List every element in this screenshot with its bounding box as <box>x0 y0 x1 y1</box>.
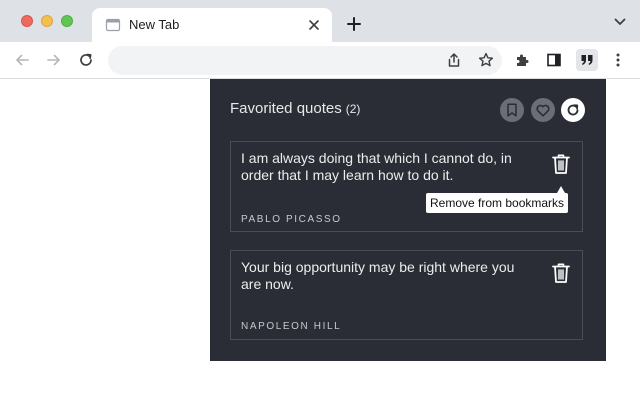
quote-icon[interactable] <box>576 49 598 71</box>
quote-card: I am always doing that which I cannot do… <box>230 141 583 232</box>
quote-card: Your big opportunity may be right where … <box>230 250 583 340</box>
remove-bookmark-tooltip: Remove from bookmarks <box>426 193 569 213</box>
tab-title: New Tab <box>129 17 180 32</box>
address-bar[interactable] <box>108 46 502 75</box>
refresh-icon[interactable] <box>561 98 585 122</box>
plus-icon[interactable] <box>342 12 366 36</box>
tab-strip: New Tab <box>0 0 640 42</box>
close-icon[interactable] <box>304 15 324 35</box>
quote-text: Your big opportunity may be right where … <box>241 259 515 292</box>
side-panel-icon[interactable] <box>544 50 564 70</box>
favorites-count: (2) <box>345 102 361 116</box>
quote-author: PABLO PICASSO <box>241 214 342 225</box>
page-icon <box>105 17 121 33</box>
window-minimize-button[interactable] <box>41 15 53 27</box>
arrow-right-icon[interactable] <box>44 50 64 70</box>
trash-icon[interactable] <box>550 261 572 285</box>
trash-icon[interactable] <box>550 152 572 176</box>
favorited-quotes-popup: Favorited quotes (2) I am always doing th… <box>210 79 606 361</box>
heart-icon[interactable] <box>531 98 555 122</box>
puzzle-icon[interactable] <box>512 50 532 70</box>
bookmark-icon[interactable] <box>500 98 524 122</box>
popup-title-row: Favorited quotes (2) <box>230 100 360 117</box>
kebab-menu-icon[interactable] <box>608 50 628 70</box>
popup-title: Favorited quotes <box>230 100 342 117</box>
star-icon[interactable] <box>476 50 496 70</box>
tooltip-arrow <box>557 186 565 193</box>
tab-new-tab[interactable]: New Tab <box>92 8 332 42</box>
arrow-left-icon[interactable] <box>12 50 32 70</box>
window-close-button[interactable] <box>21 15 33 27</box>
quote-text: I am always doing that which I cannot do… <box>241 150 512 183</box>
browser-toolbar <box>0 42 640 79</box>
quote-author: NAPOLEON HILL <box>241 321 342 332</box>
chevron-down-icon[interactable] <box>612 14 628 30</box>
share-icon[interactable] <box>444 50 464 70</box>
reload-icon[interactable] <box>76 50 96 70</box>
window-zoom-button[interactable] <box>61 15 73 27</box>
